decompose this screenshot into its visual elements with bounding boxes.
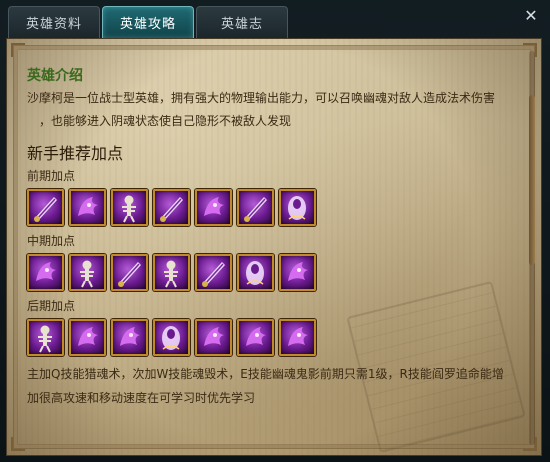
skill-e-ghost-icon[interactable] [195, 319, 232, 356]
tab-hero-story[interactable]: 英雄志 [196, 6, 288, 38]
skill-w-skeleton-icon[interactable] [69, 254, 106, 291]
skill-q-blade-icon[interactable] [111, 254, 148, 291]
intro-text-line: ，也能够进入阴魂状态使自己隐形不被敌人发现 [39, 114, 292, 128]
skill-e-ghost-icon[interactable] [279, 254, 316, 291]
skill-w-skeleton-icon[interactable] [27, 319, 64, 356]
stage-late: 后期加点 [27, 297, 527, 356]
skill-q-blade-icon[interactable] [27, 189, 64, 226]
recommend-heading: 新手推荐加点 [27, 144, 124, 163]
skill-r-soul-icon[interactable] [153, 319, 190, 356]
stage-label: 后期加点 [27, 299, 76, 313]
skill-r-soul-icon[interactable] [279, 189, 316, 226]
skill-e-ghost-icon[interactable] [69, 189, 106, 226]
stage-mid: 中期加点 [27, 232, 527, 291]
scrollbar-thumb[interactable] [529, 95, 535, 265]
skill-row [27, 319, 527, 356]
skill-q-blade-icon[interactable] [237, 189, 274, 226]
hero-guide-window: 英雄资料 英雄攻略 英雄志 ✕ 英雄介绍 沙摩柯是一位战士型英雄，拥有强大的物理… [0, 0, 550, 462]
skill-e-ghost-icon[interactable] [195, 189, 232, 226]
skill-w-skeleton-icon[interactable] [153, 254, 190, 291]
skill-row [27, 254, 527, 291]
skill-row [27, 189, 527, 226]
stage-label: 中期加点 [27, 234, 76, 248]
tab-hero-info[interactable]: 英雄资料 [8, 6, 100, 38]
corner-ornament-icon [11, 43, 25, 57]
guide-panel: 英雄介绍 沙摩柯是一位战士型英雄，拥有强大的物理输出能力，可以召唤幽魂对敌人造成… [6, 38, 542, 456]
tip-text-line: 加很高攻速和移动速度在可学习时优先学习 [27, 391, 256, 405]
tab-bar: 英雄资料 英雄攻略 英雄志 [8, 6, 288, 38]
skill-e-ghost-icon[interactable] [69, 319, 106, 356]
guide-content: 英雄介绍 沙摩柯是一位战士型英雄，拥有强大的物理输出能力，可以召唤幽魂对敌人造成… [27, 65, 527, 410]
stage-label: 前期加点 [27, 169, 76, 183]
skill-e-ghost-icon[interactable] [237, 319, 274, 356]
skill-e-ghost-icon[interactable] [279, 319, 316, 356]
intro-text-line: 沙摩柯是一位战士型英雄，拥有强大的物理输出能力，可以召唤幽魂对敌人造成法术伤害 [27, 91, 496, 105]
skill-w-skeleton-icon[interactable] [111, 189, 148, 226]
tip-text-line: 主加Q技能猎魂术，次加W技能魂毁术，E技能幽魂鬼影前期只需1级，R技能阎罗追命能… [27, 367, 504, 381]
corner-ornament-icon [11, 437, 25, 451]
stage-early: 前期加点 [27, 167, 527, 226]
skill-e-ghost-icon[interactable] [27, 254, 64, 291]
skill-e-ghost-icon[interactable] [111, 319, 148, 356]
skill-q-blade-icon[interactable] [153, 189, 190, 226]
close-icon[interactable]: ✕ [522, 7, 540, 25]
skill-r-soul-icon[interactable] [237, 254, 274, 291]
skill-q-blade-icon[interactable] [195, 254, 232, 291]
intro-heading: 英雄介绍 [27, 68, 83, 84]
tab-hero-guide[interactable]: 英雄攻略 [102, 6, 194, 38]
